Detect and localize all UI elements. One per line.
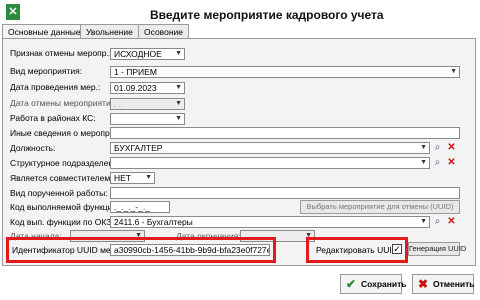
- sign-cancel-label: Признак отмены меропр.:: [10, 48, 112, 58]
- event-type-value: 1 - ПРИЕМ: [114, 67, 157, 77]
- ks-work-label: Работа в районах КС:: [10, 113, 96, 123]
- tab-dismissal[interactable]: Увольнение: [80, 24, 139, 39]
- chevron-down-icon: ▼: [145, 174, 152, 181]
- chevron-down-icon: ▼: [450, 68, 457, 75]
- close-icon[interactable]: ✕: [446, 216, 457, 227]
- event-type-label: Вид мероприятия:: [10, 66, 83, 76]
- tab-bar: Основные данные Увольнение Осовоние: [2, 24, 480, 40]
- search-icon[interactable]: ⌕: [432, 157, 443, 168]
- uuid-input[interactable]: a30990cb-1456-41bb-9b9d-bfa23e0f727e: [110, 244, 270, 256]
- event-date-label: Дата проведения мер.:: [10, 82, 101, 92]
- function-code-input[interactable]: ._._._-_._: [110, 201, 170, 213]
- cancel-date-value: . .: [114, 99, 122, 109]
- event-date-field[interactable]: 01.09.2023 ▼: [110, 82, 185, 94]
- cancel-date-field[interactable]: . . ▼: [110, 98, 185, 110]
- concurrent-select[interactable]: НЕТ ▼: [110, 172, 155, 184]
- concurrent-label: Является совместителем:: [10, 173, 113, 183]
- event-type-select[interactable]: 1 - ПРИЕМ ▼: [110, 66, 460, 78]
- chevron-down-icon: ▼: [420, 159, 427, 166]
- other-info-input[interactable]: [110, 127, 460, 139]
- title-bar: ✕ Введите мероприятие кадрового учета: [0, 0, 480, 26]
- okz-code-value: 2411.6 - Бухгалтеры: [114, 217, 193, 227]
- assigned-work-input[interactable]: [110, 187, 460, 199]
- function-code-label: Код выполняемой функции: [10, 202, 118, 212]
- check-icon: ✔: [346, 277, 357, 291]
- close-icon: ✖: [418, 277, 429, 291]
- generate-uuid-button[interactable]: Генерация UUID: [408, 242, 466, 256]
- select-cancel-event-button[interactable]: Выбрать мероприятие для отмены (UUID): [300, 200, 460, 214]
- search-icon[interactable]: ⌕: [432, 142, 443, 153]
- sign-cancel-value: ИСХОДНОЕ: [114, 49, 162, 59]
- chevron-down-icon: ▼: [420, 218, 427, 225]
- search-icon[interactable]: ⌕: [432, 216, 443, 227]
- chevron-down-icon: ▼: [175, 115, 182, 122]
- struct-unit-label: Структурное подразделен.:: [10, 158, 118, 168]
- edit-uuid-label: Редактировать UUID: [316, 245, 398, 255]
- app-icon: ✕: [6, 4, 20, 20]
- other-info-label: Иные сведения о меропр.:: [10, 128, 115, 138]
- cancel-button-label: Отменить: [433, 279, 475, 289]
- save-button[interactable]: ✔ Сохранить: [340, 274, 407, 294]
- uuid-label: Идентификатор UUID мер.:: [12, 245, 121, 255]
- okz-code-label: Код вып. функции по ОКЗ:: [10, 217, 114, 227]
- edit-uuid-checkbox[interactable]: ✓: [392, 244, 402, 254]
- struct-unit-select[interactable]: ▼: [110, 157, 430, 169]
- chevron-down-icon: ▼: [420, 144, 427, 151]
- tab-basis[interactable]: Осовоние: [138, 24, 190, 39]
- ks-work-select[interactable]: ▼: [110, 113, 185, 125]
- position-select[interactable]: БУХГАЛТЕР ▼: [110, 142, 430, 154]
- close-icon[interactable]: ✕: [446, 142, 457, 153]
- cancel-button[interactable]: ✖ Отменить: [412, 274, 475, 294]
- event-date-value: 01.09.2023: [114, 83, 157, 93]
- save-button-label: Сохранить: [361, 279, 407, 289]
- okz-code-select[interactable]: 2411.6 - Бухгалтеры ▼: [110, 216, 430, 228]
- close-icon[interactable]: ✕: [446, 157, 457, 168]
- chevron-down-icon: ▼: [175, 100, 182, 107]
- position-label: Должность:: [10, 143, 56, 153]
- assigned-work-label: Вид порученной работы:: [10, 188, 108, 198]
- chevron-down-icon: ▼: [175, 50, 182, 57]
- concurrent-value: НЕТ: [114, 173, 131, 183]
- sign-cancel-select[interactable]: ИСХОДНОЕ ▼: [110, 48, 185, 60]
- position-value: БУХГАЛТЕР: [114, 143, 163, 153]
- window-title: Введите мероприятие кадрового учета: [150, 8, 384, 22]
- cancel-date-label: Дата отмены мероприятия: [10, 98, 116, 108]
- chevron-down-icon: ▼: [175, 84, 182, 91]
